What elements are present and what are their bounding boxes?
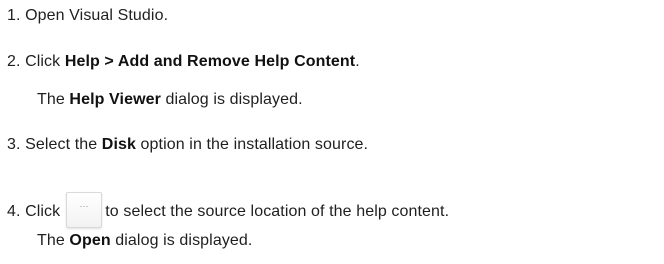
browse-ellipsis-button: ...	[66, 192, 103, 228]
step-1: 1. Open Visual Studio.	[7, 6, 168, 26]
step-number: 1.	[7, 7, 21, 24]
step-text-suffix: to select the source location of the hel…	[105, 203, 450, 220]
step-number: 2.	[7, 53, 21, 70]
step-4: 4. Click... to select the source location…	[7, 192, 449, 228]
step-text-prefix: Click	[25, 203, 61, 220]
step-text-prefix: Select the	[25, 136, 102, 153]
step-2-note: The Help Viewer dialog is displayed.	[37, 90, 303, 110]
step-2: 2. Click Help > Add and Remove Help Cont…	[7, 52, 360, 72]
note-prefix: The	[37, 91, 70, 108]
option-name: Disk	[101, 136, 136, 153]
step-number: 4.	[7, 203, 21, 220]
step-text-prefix: Click	[25, 53, 65, 70]
note-suffix: dialog is displayed.	[160, 91, 303, 108]
step-text-suffix: option in the installation source.	[136, 136, 369, 153]
step-text-suffix: .	[355, 53, 360, 70]
step-4-note: The Open dialog is displayed.	[37, 231, 252, 251]
step-3: 3. Select the Disk option in the install…	[7, 135, 368, 155]
dialog-name: Help Viewer	[69, 91, 161, 108]
note-prefix: The	[37, 232, 70, 249]
step-number: 3.	[7, 136, 21, 153]
dialog-name: Open	[69, 232, 111, 249]
step-text: Open Visual Studio.	[25, 7, 169, 24]
ellipsis-icon: ...	[79, 199, 89, 209]
menu-path: Help > Add and Remove Help Content	[64, 53, 356, 70]
note-suffix: dialog is displayed.	[110, 232, 253, 249]
